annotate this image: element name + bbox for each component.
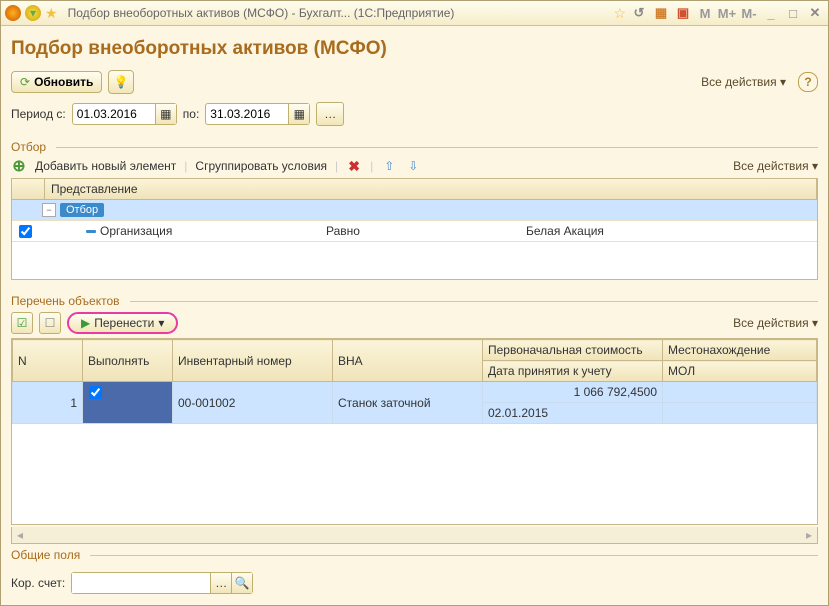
- all-actions-link[interactable]: Все действия ▾: [701, 75, 786, 89]
- check-all-button[interactable]: ☑: [11, 312, 33, 334]
- cell-location: [663, 382, 817, 403]
- help-button[interactable]: ?: [798, 72, 818, 92]
- transfer-label: Перенести: [94, 316, 154, 330]
- scroll-left-icon[interactable]: ◂: [12, 528, 28, 542]
- m-minus-button[interactable]: M-: [740, 5, 758, 21]
- col-date[interactable]: Дата принятия к учету: [483, 361, 663, 382]
- filter-section-label: Отбор: [11, 140, 818, 154]
- objects-grid: N Выполнять Инвентарный номер ВНА Первон…: [11, 338, 818, 525]
- filter-value: Белая Акация: [526, 224, 817, 238]
- period-from-label: Период с:: [11, 107, 66, 121]
- objects-all-actions-link[interactable]: Все действия ▾: [733, 316, 818, 330]
- maximize-button[interactable]: □: [784, 5, 802, 21]
- transfer-button[interactable]: ▶ Перенести ▾: [67, 312, 178, 334]
- calendar-icon[interactable]: ▦: [155, 104, 176, 124]
- period-to-input[interactable]: ▦: [205, 103, 310, 125]
- add-icon[interactable]: ⊕: [11, 158, 27, 174]
- exec-checkbox[interactable]: [89, 386, 102, 399]
- minimize-button[interactable]: _: [762, 5, 780, 21]
- filter-grid: Представление − Отбор Организация Равно: [11, 178, 818, 280]
- scroll-right-icon[interactable]: ▸: [801, 528, 817, 542]
- period-from-input[interactable]: ▦: [72, 103, 177, 125]
- move-up-icon[interactable]: ⇧: [381, 158, 397, 174]
- refresh-button[interactable]: ⟳ Обновить: [11, 71, 102, 93]
- chevron-down-icon: ▾: [158, 316, 164, 330]
- col-inv[interactable]: Инвентарный номер: [173, 340, 333, 382]
- common-section-label: Общие поля: [11, 548, 818, 562]
- filter-row-org[interactable]: Организация Равно Белая Акация: [12, 221, 817, 242]
- col-vna[interactable]: ВНА: [333, 340, 483, 382]
- m-plus-button[interactable]: M+: [718, 5, 736, 21]
- objects-section-label: Перечень объектов: [11, 294, 818, 308]
- kor-account-label: Кор. счет:: [11, 576, 65, 590]
- period-to-label: по:: [183, 107, 200, 121]
- m-button[interactable]: M: [696, 5, 714, 21]
- col-cost[interactable]: Первоначальная стоимость: [483, 340, 663, 361]
- calc-icon[interactable]: ▦: [652, 5, 670, 21]
- refresh-icon: ⟳: [20, 75, 30, 89]
- period-picker-button[interactable]: …: [316, 102, 344, 126]
- calendar-icon[interactable]: ▣: [674, 5, 692, 21]
- group-conditions-link[interactable]: Сгруппировать условия: [195, 159, 327, 173]
- col-n[interactable]: N: [13, 340, 83, 382]
- search-button[interactable]: 🔍: [231, 573, 252, 593]
- horizontal-scrollbar[interactable]: ◂ ▸: [11, 527, 818, 544]
- cell-exec[interactable]: [83, 382, 173, 424]
- star-icon[interactable]: ★: [45, 5, 58, 22]
- refresh-label: Обновить: [34, 75, 93, 89]
- cell-n: 1: [13, 382, 83, 424]
- col-location[interactable]: Местонахождение: [663, 340, 817, 361]
- cell-cost: 1 066 792,4500: [483, 382, 663, 403]
- titlebar: ▾ ★ Подбор внеоборотных активов (МСФО) -…: [1, 1, 828, 26]
- col-mol[interactable]: МОЛ: [663, 361, 817, 382]
- col-checkbox: [12, 179, 45, 199]
- history-icon[interactable]: ↺: [630, 5, 648, 21]
- leaf-icon: [86, 230, 96, 233]
- cell-inv: 00-001002: [173, 382, 333, 424]
- filter-row-root[interactable]: − Отбор: [12, 200, 817, 221]
- page-title: Подбор внеоборотных активов (МСФО): [11, 38, 818, 60]
- uncheck-all-button[interactable]: ☐: [39, 312, 61, 334]
- select-button[interactable]: …: [210, 573, 231, 593]
- cell-vna: Станок заточной: [333, 382, 483, 424]
- col-representation: Представление: [45, 179, 817, 199]
- hint-button[interactable]: 💡: [108, 70, 134, 94]
- kor-account-input[interactable]: … 🔍: [71, 572, 253, 594]
- calendar-icon[interactable]: ▦: [288, 104, 309, 124]
- favorite-icon[interactable]: ☆: [613, 5, 626, 22]
- collapse-icon[interactable]: −: [42, 203, 56, 217]
- app-window: ▾ ★ Подбор внеоборотных активов (МСФО) -…: [0, 0, 829, 606]
- cell-mol: [663, 403, 817, 424]
- delete-icon[interactable]: ✖: [346, 158, 362, 174]
- add-filter-link[interactable]: Добавить новый элемент: [35, 159, 176, 173]
- filter-field: Организация: [100, 224, 172, 238]
- close-button[interactable]: ✕: [806, 5, 824, 21]
- filter-org-checkbox[interactable]: [19, 225, 32, 238]
- cell-date: 02.01.2015: [483, 403, 663, 424]
- dropdown-icon[interactable]: ▾: [25, 5, 41, 21]
- table-row[interactable]: 1 00-001002 Станок заточной 1 066 792,45…: [13, 382, 817, 403]
- window-title: Подбор внеоборотных активов (МСФО) - Бух…: [62, 6, 610, 20]
- filter-root-label: Отбор: [60, 203, 104, 217]
- col-exec[interactable]: Выполнять: [83, 340, 173, 382]
- filter-all-actions-link[interactable]: Все действия ▾: [733, 159, 818, 173]
- move-down-icon[interactable]: ⇩: [405, 158, 421, 174]
- filter-op: Равно: [326, 224, 526, 238]
- app-icon: [5, 5, 21, 21]
- play-icon: ▶: [81, 316, 90, 330]
